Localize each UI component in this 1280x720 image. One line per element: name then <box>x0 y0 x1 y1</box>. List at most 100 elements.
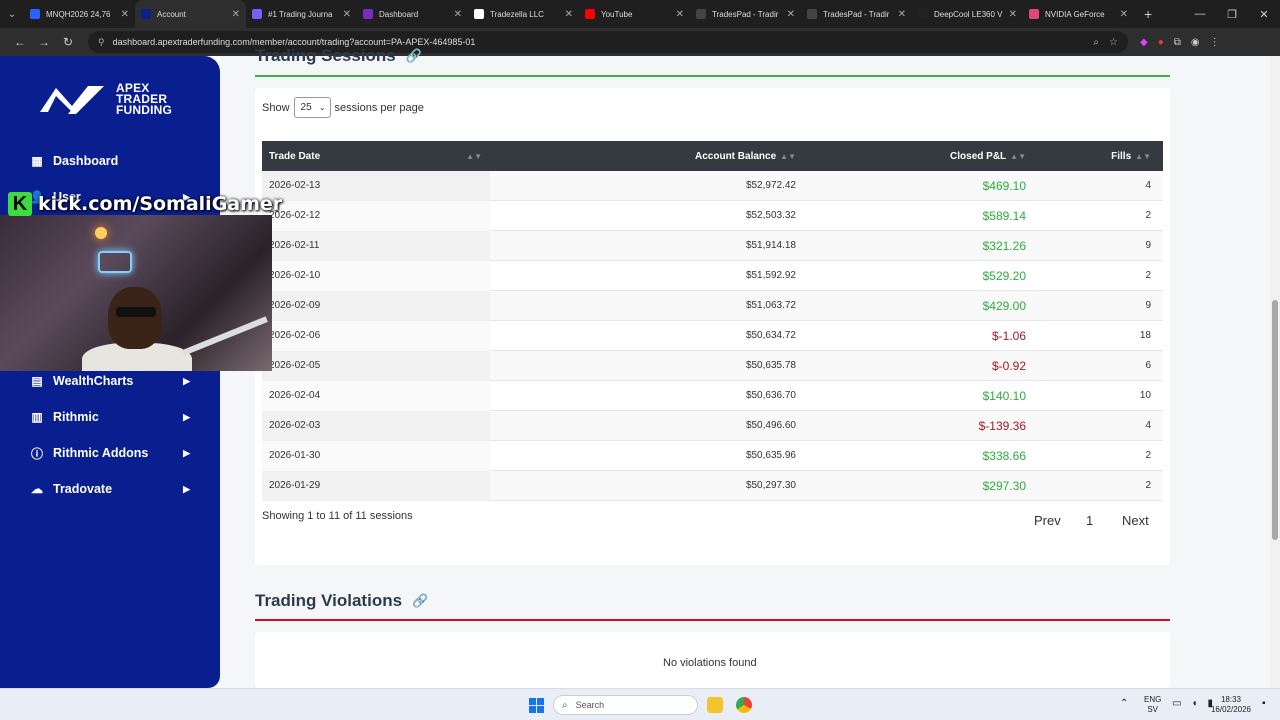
cell-account-balance: $50,496.60 <box>745 420 796 431</box>
close-window-icon[interactable]: ✕ <box>1248 8 1280 21</box>
extension-icon[interactable]: ● <box>1158 37 1164 48</box>
cloud-icon: ☁ <box>31 482 43 496</box>
tab-close-icon[interactable]: ✕ <box>676 9 684 20</box>
tab-favicon-icon <box>696 9 706 19</box>
tab-label: MNQH2026 24,76 <box>46 9 111 19</box>
browser-tab[interactable]: Tradezella LLC ✕ <box>468 0 579 28</box>
lang-bottom: SV <box>1147 705 1158 714</box>
sidebar-item-rithmic-addons[interactable]: ⓘ Rithmic Addons ▶ <box>30 442 190 464</box>
tab-close-icon[interactable]: ✕ <box>898 9 906 20</box>
link-icon[interactable]: 🔗 <box>412 593 428 609</box>
back-icon[interactable]: ← <box>8 35 32 49</box>
tab-close-icon[interactable]: ✕ <box>343 9 351 20</box>
lang-top: ENG <box>1144 695 1162 704</box>
caret-right-icon: ▶ <box>183 447 190 458</box>
network-icon[interactable]: ▭ <box>1172 698 1181 709</box>
profile-icon[interactable]: ◉ <box>1191 37 1200 48</box>
tab-close-icon[interactable]: ✕ <box>1009 9 1017 20</box>
col-fills[interactable]: Fills ▲▼ <box>1026 141 1151 171</box>
next-button[interactable]: Next <box>1122 513 1149 528</box>
sessions-divider <box>255 75 1170 77</box>
col-trade-date[interactable]: Trade Date ▲▼ <box>262 141 490 171</box>
tab-label: Tradezella LLC <box>490 9 544 19</box>
bookmark-star-icon[interactable]: ☆ <box>1109 37 1118 48</box>
browser-tab-strip: ⌄ MNQH2026 24,76 ✕ Account ✕ #1 Trading Jour… <box>0 0 1280 28</box>
extensions-puzzle-icon[interactable]: ⧉ <box>1174 37 1181 48</box>
scrollbar-thumb[interactable] <box>1272 300 1278 540</box>
restore-icon[interactable]: ❐ <box>1216 8 1248 21</box>
window-controls: — ❐ ✕ <box>1184 8 1280 21</box>
page-size-control: Show 25 ⌄ sessions per page <box>262 97 424 118</box>
volume-icon[interactable]: ◖ <box>1191 698 1197 709</box>
menu-dots-icon[interactable]: ⋮ <box>1210 37 1220 48</box>
sidebar-item-wealthcharts[interactable]: ▤ WealthCharts ▶ <box>30 370 190 392</box>
cell-trade-date: 2026-02-05 <box>262 350 490 381</box>
browser-tab[interactable]: TradesPad - Tradir ✕ <box>690 0 801 28</box>
tab-close-icon[interactable]: ✕ <box>565 9 573 20</box>
sidebar-item-dashboard[interactable]: ▦ Dashboard <box>30 150 190 172</box>
cell-fills: 4 <box>1145 420 1151 431</box>
table-row: 2026-02-12 $52,503.32 $589.14 2 <box>262 200 1163 231</box>
system-tray: ⌃ <box>1120 698 1128 709</box>
prev-button[interactable]: Prev <box>1034 513 1061 528</box>
browser-toolbar: ← → ↻ ⚲ dashboard.apextraderfunding.com/… <box>0 28 1280 56</box>
cell-fills: 2 <box>1145 270 1151 281</box>
browser-tab[interactable]: DeepCool LE360 V ✕ <box>912 0 1023 28</box>
cell-fills: 6 <box>1145 360 1151 371</box>
browser-tab[interactable]: MNQH2026 24,76 ✕ <box>24 0 135 28</box>
language-indicator[interactable]: ENG SV <box>1144 695 1161 715</box>
browser-tab[interactable]: Account ✕ <box>135 0 246 28</box>
logo-text: APEX TRADER FUNDING <box>116 82 172 116</box>
col-closed-pnl[interactable]: Closed P&L ▲▼ <box>796 141 1026 171</box>
cell-fills: 9 <box>1145 240 1151 251</box>
site-info-icon[interactable]: ⚲ <box>98 37 105 48</box>
page-scrollbar[interactable] <box>1270 56 1280 688</box>
violations-title-text: Trading Violations <box>255 591 403 610</box>
browser-tab[interactable]: YouTube ✕ <box>579 0 690 28</box>
notifications-icon[interactable]: ▪ <box>1262 698 1266 709</box>
tab-label: YouTube <box>601 9 633 19</box>
chrome-icon[interactable] <box>736 697 752 713</box>
tray-chevron-icon[interactable]: ⌃ <box>1120 698 1128 709</box>
new-tab-button[interactable]: + <box>1134 6 1162 22</box>
page-size-value: 25 <box>300 102 312 113</box>
browser-tab[interactable]: TradesPad - Tradir ✕ <box>801 0 912 28</box>
col-account-balance[interactable]: Account Balance ▲▼ <box>490 141 796 171</box>
sidebar-item-rithmic[interactable]: ▥ Rithmic ▶ <box>30 406 190 428</box>
caret-right-icon: ▶ <box>183 483 190 494</box>
address-bar[interactable]: ⚲ dashboard.apextraderfunding.com/member… <box>88 31 1128 53</box>
tab-favicon-icon <box>807 9 817 19</box>
forward-icon[interactable]: → <box>32 35 56 49</box>
browser-tab[interactable]: Dashboard ✕ <box>357 0 468 28</box>
browser-tab[interactable]: #1 Trading Journa ✕ <box>246 0 357 28</box>
minimize-icon[interactable]: — <box>1184 8 1216 21</box>
reload-icon[interactable]: ↻ <box>56 35 80 49</box>
tab-search-chevron-icon[interactable]: ⌄ <box>0 0 24 28</box>
link-icon[interactable]: 🔗 <box>406 48 422 64</box>
file-explorer-icon[interactable] <box>707 697 723 713</box>
chevron-down-icon: ⌄ <box>318 103 326 112</box>
tab-close-icon[interactable]: ✕ <box>787 9 795 20</box>
cell-account-balance: $50,297.30 <box>745 480 796 491</box>
tab-close-icon[interactable]: ✕ <box>121 9 129 20</box>
zoom-icon[interactable]: ⌕ <box>1093 37 1099 48</box>
cell-closed-pnl: $-139.36 <box>978 418 1026 433</box>
browser-tab[interactable]: NVIDIA GeForce ✕ <box>1023 0 1134 28</box>
tab-close-icon[interactable]: ✕ <box>232 9 240 20</box>
tab-close-icon[interactable]: ✕ <box>1120 9 1128 20</box>
clock[interactable]: 18:33 16/02/2026 <box>1208 695 1254 715</box>
page-number-button[interactable]: 1 <box>1086 513 1093 528</box>
sidebar-item-tradovate[interactable]: ☁ Tradovate ▶ <box>30 478 190 500</box>
show-label: Show <box>262 101 290 114</box>
page-size-select[interactable]: 25 ⌄ <box>293 97 331 118</box>
apex-logo[interactable]: APEX TRADER FUNDING <box>38 82 172 116</box>
taskbar-search[interactable]: ⌕ Search <box>553 695 698 715</box>
cell-trade-date: 2026-01-29 <box>262 470 490 501</box>
sort-icon: ▲▼ <box>1010 151 1026 161</box>
extension-icon[interactable]: ◆ <box>1140 37 1148 48</box>
grid-icon: ▦ <box>31 154 43 168</box>
windows-start-icon[interactable] <box>529 698 544 713</box>
table-header: Trade Date ▲▼ Account Balance ▲▼ Closed … <box>262 141 1163 171</box>
table-row: 2026-01-30 $50,635.96 $338.66 2 <box>262 440 1163 471</box>
tab-close-icon[interactable]: ✕ <box>454 9 462 20</box>
